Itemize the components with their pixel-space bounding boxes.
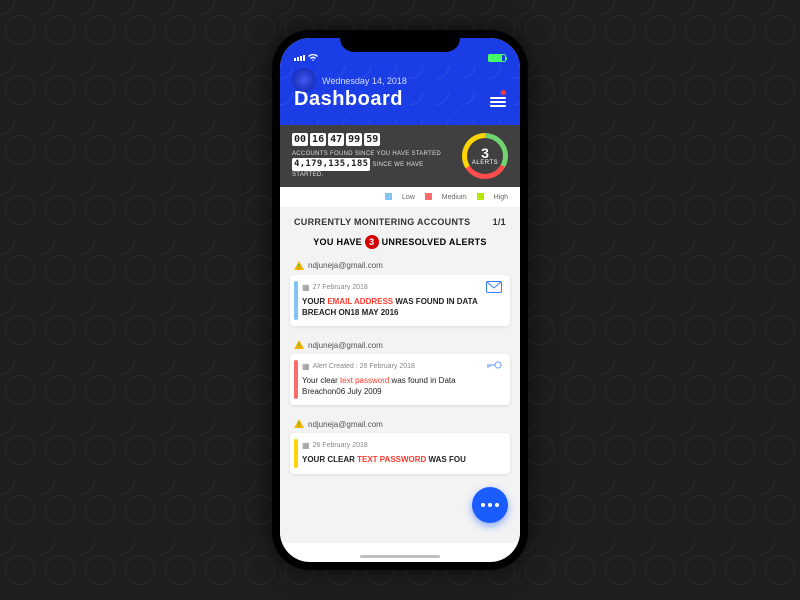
legend: Low Medium High <box>280 187 520 206</box>
alerts-ring[interactable]: 3 ALERTS <box>462 133 508 179</box>
phone-notch <box>340 30 460 52</box>
card-date: ▦ 26 February 2018 <box>302 441 500 450</box>
content-body: CURRENTLY MONITERING ACCOUNTS 1/1 YOU HA… <box>280 207 520 543</box>
warning-icon <box>294 340 304 350</box>
key-icon <box>486 360 502 370</box>
phone-frame: Wednesday 14, 2018 Dashboard 00 16 47 99… <box>272 30 528 570</box>
monitoring-count: 1/1 <box>493 217 506 227</box>
app-header: Wednesday 14, 2018 Dashboard <box>280 66 520 125</box>
digit: 16 <box>310 133 326 146</box>
home-indicator[interactable] <box>360 555 440 558</box>
account-label: ndjuneja@gmail.com <box>280 257 520 275</box>
calendar-icon: ▦ <box>302 283 310 292</box>
digit: 99 <box>346 133 362 146</box>
menu-icon[interactable] <box>490 95 506 109</box>
counter-line1: ACCOUNTS FOUND SINCE YOU HAVE STARTED <box>292 150 452 158</box>
warning-icon <box>294 261 304 271</box>
digit: 00 <box>292 133 308 146</box>
severity-bar <box>294 281 298 320</box>
high-swatch <box>477 193 484 200</box>
mail-icon <box>486 281 502 293</box>
monitoring-label: CURRENTLY MONITERING ACCOUNTS <box>294 217 470 227</box>
alert-card[interactable]: ▦ 27 February 2018 YOUR EMAIL ADDRESS WA… <box>290 275 510 326</box>
calendar-icon: ▦ <box>302 441 310 450</box>
alert-card[interactable]: ▦ 26 February 2018 YOUR CLEAR TEXT PASSW… <box>290 433 510 473</box>
medium-swatch <box>425 193 432 200</box>
account-label: ndjuneja@gmail.com <box>280 415 520 433</box>
alerts-count: 3 <box>472 146 498 160</box>
counter-digits: 00 16 47 99 59 <box>292 133 452 146</box>
card-msg: Your clear text password was found in Da… <box>302 375 500 397</box>
phone-screen: Wednesday 14, 2018 Dashboard 00 16 47 99… <box>280 38 520 562</box>
header-date: Wednesday 14, 2018 <box>322 76 506 86</box>
page-title: Dashboard <box>294 88 506 111</box>
severity-bar <box>294 360 298 399</box>
alert-card[interactable]: ▦ Alert Created : 26 February 2018 Your … <box>290 354 510 405</box>
battery-icon <box>488 54 506 62</box>
card-msg: YOUR EMAIL ADDRESS WAS FOUND IN DATA BRE… <box>302 296 500 318</box>
fab-more-button[interactable] <box>472 487 508 523</box>
counter-bignum: 4,179,135,185 <box>292 158 370 171</box>
avatar[interactable] <box>292 68 316 92</box>
wifi-icon <box>308 54 318 62</box>
severity-bar <box>294 439 298 467</box>
card-date: ▦ Alert Created : 26 February 2018 <box>302 362 500 371</box>
digit: 59 <box>364 133 380 146</box>
card-msg: YOUR CLEAR TEXT PASSWORD WAS FOU <box>302 454 500 465</box>
unresolved-count: 3 <box>365 235 379 249</box>
signal-icon <box>294 55 305 61</box>
low-swatch <box>385 193 392 200</box>
alerts-label: ALERTS <box>472 160 498 166</box>
calendar-icon: ▦ <box>302 362 310 371</box>
warning-icon <box>294 419 304 429</box>
digit: 47 <box>328 133 344 146</box>
account-label: ndjuneja@gmail.com <box>280 336 520 354</box>
card-date: ▦ 27 February 2018 <box>302 283 500 292</box>
unresolved-alerts: YOU HAVE 3 UNRESOLVED ALERTS <box>280 235 520 249</box>
counter-section: 00 16 47 99 59 ACCOUNTS FOUND SINCE YOU … <box>280 125 520 187</box>
